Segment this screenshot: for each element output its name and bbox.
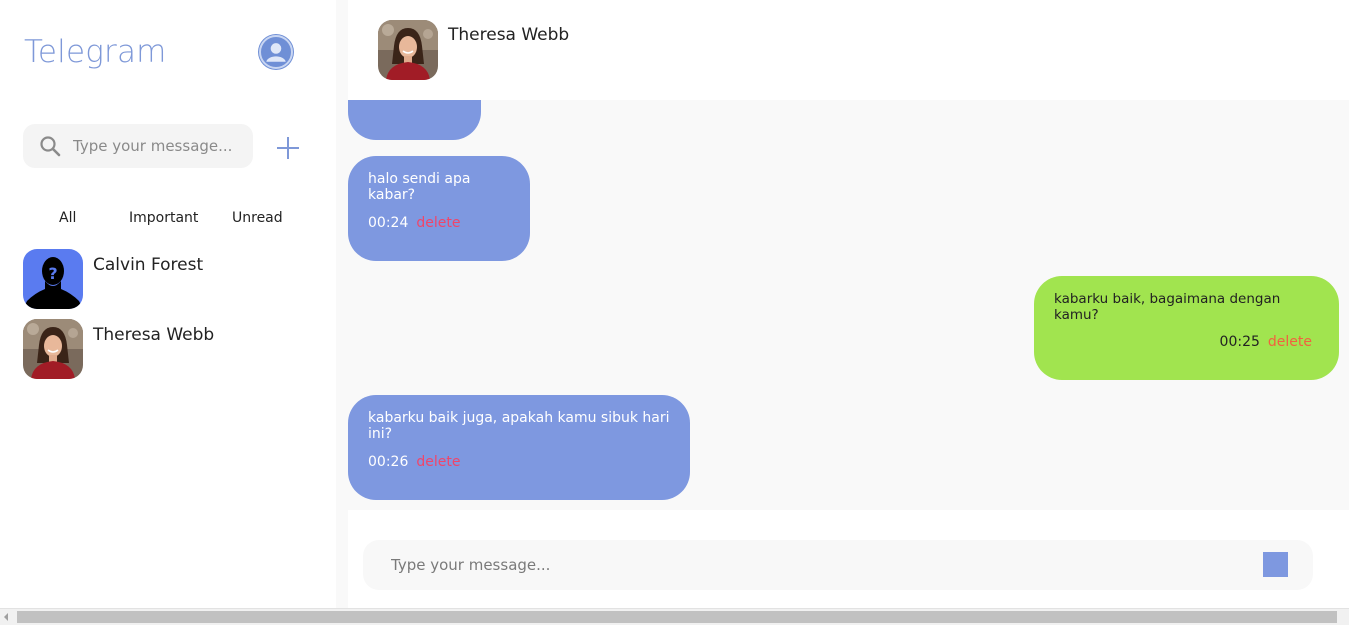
scroll-left-arrow-icon[interactable] [4, 613, 8, 621]
message-bubble-incoming: kabarku baik juga, apakah kamu sibuk har… [348, 395, 690, 500]
message-meta: 00:24 delete [368, 215, 460, 231]
contact-theresa-webb[interactable]: Theresa Webb [23, 319, 323, 379]
chat-partner-avatar[interactable] [378, 20, 438, 80]
sidebar: Telegram All Important Unread [0, 0, 336, 608]
message-text: halo sendi apa kabar? [368, 171, 471, 203]
message-time: 00:26 [368, 454, 409, 470]
chat-partner-name: Theresa Webb [448, 25, 570, 45]
user-profile-icon[interactable] [259, 35, 293, 69]
delete-message-button[interactable]: delete [416, 215, 460, 231]
unknown-person-avatar: ? [23, 249, 83, 309]
message-input[interactable] [391, 540, 1251, 590]
message-bubble-incoming [348, 100, 481, 140]
message-text: kabarku baik juga, apakah kamu sibuk har… [368, 410, 670, 442]
tab-important[interactable]: Important [129, 210, 198, 226]
composer-field [363, 540, 1313, 590]
add-chat-icon[interactable] [275, 135, 301, 161]
horizontal-scrollbar[interactable] [0, 608, 1349, 625]
contact-calvin-forest[interactable]: ? Calvin Forest [23, 249, 323, 309]
tab-unread[interactable]: Unread [232, 210, 283, 226]
tab-all[interactable]: All [59, 210, 76, 226]
message-list[interactable]: halo sendi apa kabar? 00:24 delete kabark… [348, 100, 1349, 510]
send-button[interactable] [1263, 552, 1288, 577]
app-title: Telegram [24, 34, 167, 70]
message-text: kabarku baik, bagaimana dengan kamu? [1054, 291, 1281, 323]
divider [336, 0, 348, 608]
search-input[interactable] [73, 124, 243, 168]
message-time: 00:24 [368, 215, 409, 231]
theresa-avatar [23, 319, 83, 379]
chat-header: Theresa Webb [348, 0, 1349, 100]
delete-message-button[interactable]: delete [1268, 334, 1312, 350]
contact-name: Calvin Forest [93, 255, 204, 275]
svg-text:?: ? [48, 264, 57, 283]
contact-name: Theresa Webb [93, 325, 215, 345]
search-box [23, 124, 253, 168]
message-bubble-outgoing: kabarku baik, bagaimana dengan kamu? 00:… [1034, 276, 1339, 380]
scrollbar-thumb[interactable] [17, 611, 1337, 623]
message-meta: 00:26 delete [368, 454, 460, 470]
message-meta: 00:25 delete [1220, 334, 1312, 350]
app-window: Telegram All Important Unread [0, 0, 1349, 625]
message-composer [348, 510, 1349, 608]
message-time: 00:25 [1219, 334, 1260, 350]
delete-message-button[interactable]: delete [416, 454, 460, 470]
message-bubble-incoming: halo sendi apa kabar? 00:24 delete [348, 156, 530, 261]
search-icon [40, 136, 61, 157]
